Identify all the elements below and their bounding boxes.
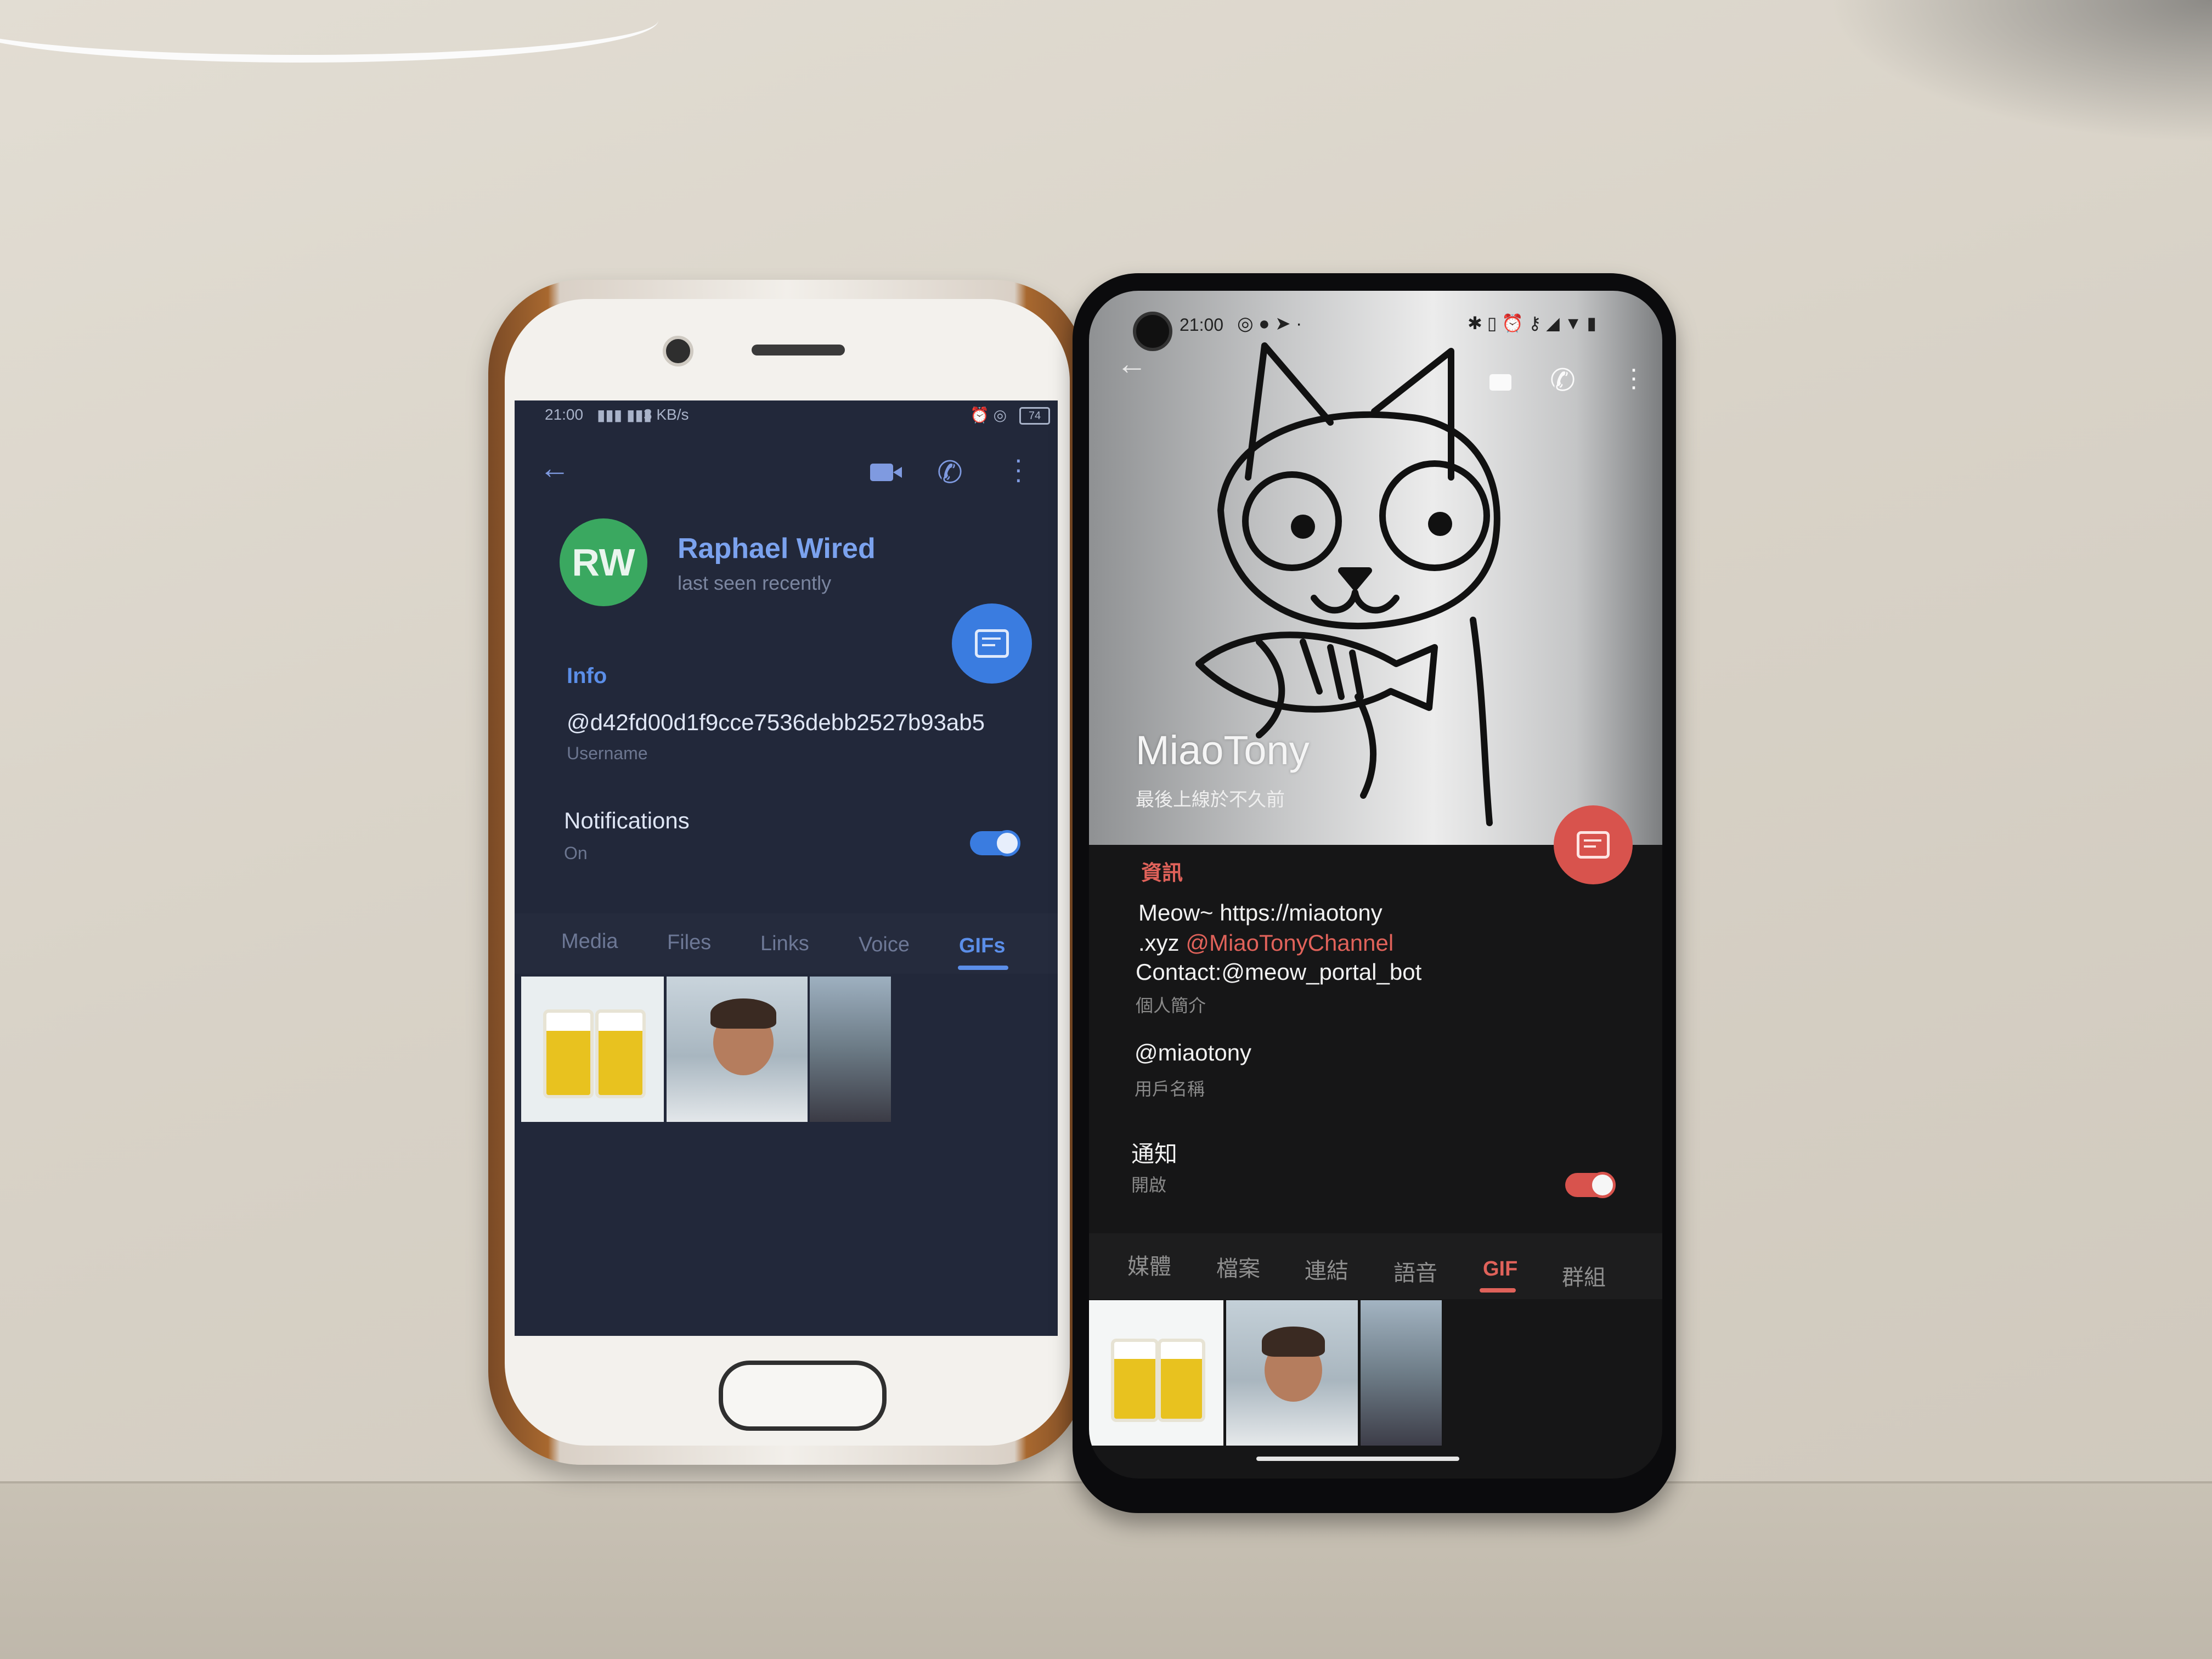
media-tabs-bar: Media Files Links Voice GIFs [515, 913, 1058, 974]
last-seen-status: 最後上線於不久前 [1136, 789, 1285, 810]
tab-voice[interactable]: Voice [859, 933, 910, 957]
status-time: 21:00 [545, 406, 584, 423]
bio-line-2: .xyz @MiaoTonyChannel [1138, 930, 1393, 956]
notifications-title[interactable]: Notifications [564, 808, 690, 834]
media-tabs-bar: 媒體 檔案 連結 語音 GIF 群組 [1089, 1233, 1662, 1299]
home-button[interactable] [719, 1361, 887, 1431]
tab-media[interactable]: Media [561, 930, 618, 953]
charging-cable [0, 0, 658, 63]
info-section-title: 資訊 [1141, 862, 1183, 885]
username-value[interactable]: @d42fd00d1f9cce7536debb2527b93ab5 [567, 709, 985, 736]
more-vert-icon[interactable]: · · · [1629, 356, 1638, 400]
notifications-toggle[interactable] [970, 830, 1020, 856]
profile-name: MiaoTony [1136, 727, 1310, 773]
tab-gifs[interactable]: GIFs [959, 934, 1005, 958]
active-tab-indicator [1480, 1288, 1516, 1293]
message-icon [1577, 831, 1610, 859]
channel-link[interactable]: @MiaoTonyChannel [1186, 930, 1393, 956]
left-phone-screen: 21:00 ▮▮▮ ▮▮▮ 3 KB/s ⏰ ◎ 74 ← ✆ · · · RW R… [515, 400, 1058, 1336]
desk-shadow [1828, 0, 2212, 143]
tab-links[interactable]: Links [760, 932, 809, 956]
message-icon [975, 629, 1009, 658]
notifications-title[interactable]: 通知 [1131, 1136, 1177, 1169]
notification-icons: ◎ ● ➤ · [1237, 313, 1302, 334]
message-fab[interactable] [1554, 805, 1633, 884]
username-label: Username [567, 743, 648, 763]
tab-groups[interactable]: 群組 [1562, 1260, 1606, 1291]
notifications-value: 開啟 [1131, 1175, 1167, 1195]
video-camera-icon[interactable] [1489, 374, 1511, 391]
bio-line-3: Contact:@meow_portal_bot [1136, 959, 1422, 985]
tab-media[interactable]: 媒體 [1127, 1249, 1171, 1280]
username-label: 用戶名稱 [1135, 1079, 1205, 1099]
profile-photo-header: 21:00 ◎ ● ➤ · ✱ ▯ ⏰ ⚷ ◢ ▼ ▮ ← ✆ · · · Miao… [1089, 291, 1662, 845]
right-phone-screen: 21:00 ◎ ● ➤ · ✱ ▯ ⏰ ⚷ ◢ ▼ ▮ ← ✆ · · · Miao… [1089, 291, 1662, 1479]
tab-files[interactable]: Files [667, 931, 711, 955]
gif-thumbnail-child[interactable] [667, 977, 808, 1122]
front-camera [663, 336, 693, 366]
desk-edge [0, 1481, 2212, 1659]
info-section-title: Info [567, 664, 607, 688]
tab-files[interactable]: 檔案 [1216, 1251, 1260, 1283]
bio-line-2-prefix: .xyz [1138, 930, 1186, 956]
message-fab[interactable] [952, 603, 1032, 684]
phone-icon[interactable]: ✆ [937, 454, 963, 490]
more-vert-icon[interactable]: · · · [1014, 445, 1023, 493]
profile-name: Raphael Wired [678, 533, 876, 565]
tab-links[interactable]: 連結 [1305, 1253, 1348, 1285]
avatar[interactable]: RW [560, 518, 647, 606]
battery-level: 74 [1028, 410, 1041, 422]
gif-thumbnail-playground[interactable] [810, 977, 891, 1122]
arrow-left-icon[interactable]: ← [539, 450, 570, 486]
active-tab-indicator [958, 966, 1008, 970]
notifications-value: On [564, 843, 588, 863]
gesture-bar[interactable] [1256, 1457, 1459, 1461]
earpiece-speaker [752, 345, 845, 356]
phone-icon[interactable]: ✆ [1550, 362, 1576, 398]
gif-thumbnail-beer[interactable] [1089, 1300, 1223, 1446]
status-icons: ✱ ▯ ⏰ ⚷ ◢ ▼ ▮ [1468, 313, 1596, 333]
network-speed: 3 KB/s [644, 406, 689, 423]
gif-thumbnail-child[interactable] [1226, 1300, 1358, 1446]
notifications-toggle[interactable] [1565, 1172, 1616, 1198]
tab-voice[interactable]: 語音 [1393, 1255, 1437, 1287]
arrow-left-icon[interactable]: ← [1116, 346, 1147, 381]
last-seen-status: last seen recently [678, 572, 832, 594]
bio-label: 個人簡介 [1136, 996, 1206, 1015]
username-value[interactable]: @miaotony [1135, 1040, 1251, 1066]
status-time: 21:00 [1180, 315, 1224, 335]
gif-thumbnail-playground[interactable] [1361, 1300, 1442, 1446]
gif-thumbnail-beer[interactable] [521, 977, 664, 1122]
tab-gif[interactable]: GIF [1483, 1257, 1517, 1281]
alarm-icon: ⏰ ◎ [970, 407, 1007, 424]
battery-icon: 74 [1019, 407, 1050, 425]
video-camera-icon[interactable] [870, 464, 902, 481]
bio-line-1: Meow~ https://miaotony [1138, 900, 1383, 926]
